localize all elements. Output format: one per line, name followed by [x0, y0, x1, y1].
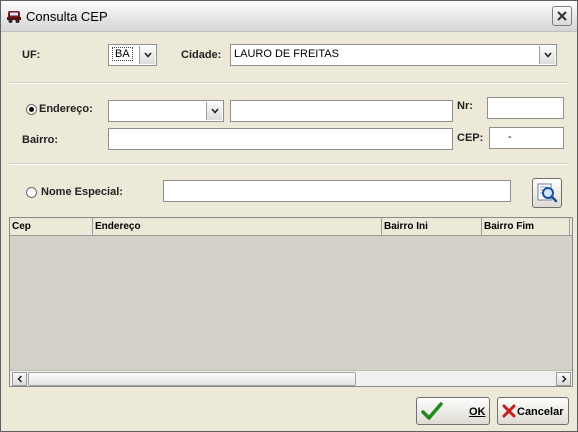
bairro-input[interactable] — [108, 128, 453, 150]
endereco-radio[interactable] — [26, 104, 37, 115]
column-header-bairro-ini[interactable]: Bairro Ini — [382, 218, 482, 235]
cidade-select[interactable]: LAURO DE FREITAS — [230, 44, 557, 66]
ok-label: OK — [469, 406, 486, 418]
nome-especial-input[interactable] — [163, 180, 511, 202]
column-header-endereco[interactable]: Endereço — [93, 218, 382, 235]
dialog-window: Consulta CEP UF: BA Cidade: LAURO DE FRE… — [0, 0, 578, 432]
chevron-right-icon — [561, 375, 567, 383]
x-cancel-icon — [502, 404, 516, 418]
cep-label: CEP: — [457, 132, 484, 144]
uf-label: UF: — [22, 49, 41, 61]
endereco-type-dropdown-button[interactable] — [206, 102, 222, 120]
nome-especial-radio[interactable] — [26, 187, 37, 198]
scroll-left-button[interactable] — [12, 372, 27, 386]
car-icon — [7, 11, 21, 23]
close-icon — [557, 11, 567, 21]
endereco-input[interactable] — [230, 100, 453, 122]
separator — [9, 82, 569, 84]
close-button[interactable] — [552, 6, 572, 26]
nr-label: Nr: — [457, 100, 473, 112]
search-button[interactable] — [532, 178, 562, 208]
grid-header: Cep Endereço Bairro Ini Bairro Fim C — [10, 218, 572, 236]
scroll-thumb[interactable] — [28, 372, 356, 386]
uf-select[interactable]: BA — [108, 44, 157, 66]
window-title: Consulta CEP — [26, 9, 108, 24]
title-bar[interactable]: Consulta CEP — [1, 1, 577, 32]
chevron-down-icon — [543, 52, 552, 58]
column-header-bairro-fim[interactable]: Bairro Fim — [482, 218, 570, 235]
chevron-left-icon — [16, 375, 22, 383]
cidade-value: LAURO DE FREITAS — [234, 48, 339, 60]
ok-button[interactable]: OK — [416, 397, 490, 425]
chevron-down-icon — [143, 52, 152, 58]
nome-especial-label: Nome Especial: — [41, 186, 123, 198]
column-header-cep[interactable]: Cep — [10, 218, 93, 235]
separator — [9, 163, 569, 165]
uf-value: BA — [112, 47, 133, 61]
chevron-down-icon — [210, 108, 219, 114]
cancel-button[interactable]: Cancelar — [497, 397, 569, 425]
results-grid[interactable]: Cep Endereço Bairro Ini Bairro Fim C — [9, 217, 573, 387]
endereco-label: Endereço: — [39, 103, 93, 115]
nr-input[interactable] — [487, 97, 564, 119]
bairro-label: Bairro: — [22, 134, 59, 146]
horizontal-scrollbar[interactable] — [10, 370, 572, 386]
endereco-type-select[interactable] — [108, 100, 224, 122]
search-magnifier-icon — [537, 183, 558, 203]
cidade-label: Cidade: — [181, 49, 222, 61]
checkmark-icon — [421, 402, 443, 420]
cep-input[interactable]: - — [489, 127, 564, 149]
uf-dropdown-button[interactable] — [139, 46, 155, 64]
column-header-c[interactable]: C — [570, 218, 572, 235]
scroll-right-button[interactable] — [556, 372, 571, 386]
cancel-label: Cancelar — [517, 406, 564, 418]
cidade-dropdown-button[interactable] — [539, 46, 555, 64]
